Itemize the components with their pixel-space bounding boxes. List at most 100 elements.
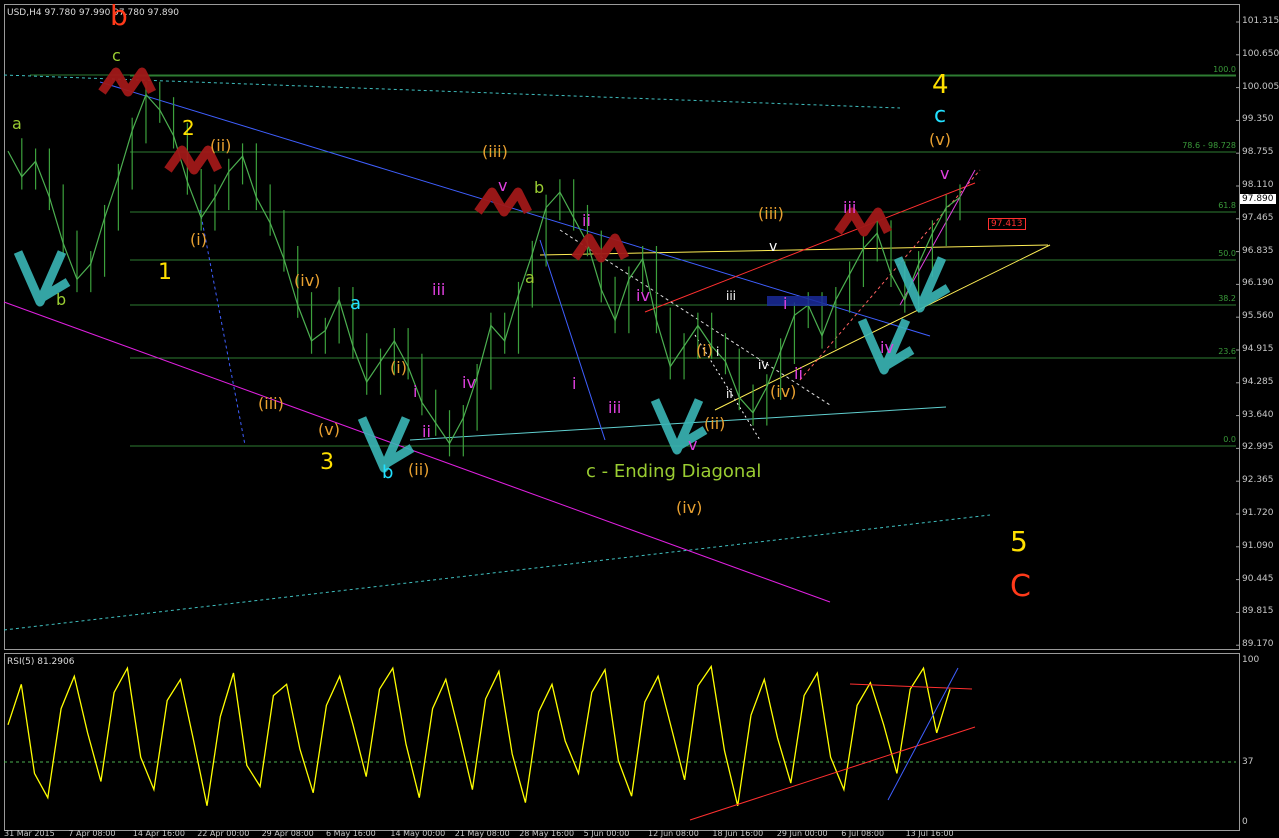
wave-label: b: [382, 462, 394, 483]
price-tick: 93.640: [1242, 409, 1274, 420]
date-tick: 29 Jun 00:00: [776, 829, 828, 838]
rsi-header: RSI(5) 81.2906: [7, 657, 75, 667]
date-tick: 7 Apr 08:00: [68, 829, 116, 838]
wave-label: (iv): [676, 498, 703, 517]
wave-v-marker: [650, 398, 708, 455]
wave-label: (iii): [758, 204, 784, 223]
symbol-header: USD,H4 97.780 97.990 97.780 97.890: [7, 8, 179, 18]
wave-m-marker: [474, 187, 533, 217]
wave-label: i: [413, 382, 418, 401]
fib-level-label: 23.6: [1218, 347, 1236, 356]
trend-line: [409, 406, 947, 441]
price-tick: 96.835: [1242, 245, 1274, 256]
wave-label: a: [12, 114, 22, 133]
fib-level-label: 100.0: [1213, 65, 1236, 74]
rsi-tick: 0: [1242, 817, 1248, 827]
date-tick: 22 Apr 00:00: [197, 829, 250, 838]
fib-level-label: 0.0: [1223, 435, 1236, 444]
wave-label: (i): [190, 230, 207, 249]
price-tick: 91.720: [1242, 508, 1274, 518]
price-tick: 94.285: [1242, 376, 1274, 387]
wave-label: b: [110, 0, 128, 32]
wave-label: iii: [726, 289, 737, 303]
date-tick: 18 Jun 16:00: [712, 829, 764, 838]
wave-label: iii: [432, 280, 446, 299]
fib-level-label: 61.8: [1218, 201, 1236, 210]
date-tick: 13 Jul 16:00: [905, 829, 954, 838]
wave-label: (iv): [770, 382, 797, 401]
price-tick: 100.650: [1242, 48, 1279, 59]
price-tick: 94.915: [1242, 344, 1274, 354]
wave-label: i: [783, 294, 788, 313]
wave-block-marker: [767, 296, 827, 306]
wave-label: v: [498, 176, 508, 195]
wave-label: c: [112, 46, 121, 65]
wave-label: 2: [182, 116, 195, 140]
wave-label: (v): [318, 420, 340, 439]
wave-label: iv: [880, 338, 894, 357]
wave-label: ii: [794, 364, 803, 383]
rsi-tick: 100: [1242, 655, 1260, 665]
wave-label: 5: [1010, 525, 1028, 558]
fib-level-label: 50.0: [1218, 249, 1236, 258]
wave-label: (i): [696, 341, 713, 360]
rsi-tick: 37: [1242, 757, 1254, 768]
date-tick: 14 Apr 16:00: [132, 829, 185, 838]
wave-label: (iii): [258, 394, 284, 413]
wave-label: (iv): [294, 271, 321, 290]
trend-line: [3, 514, 991, 631]
wave-label: (ii): [210, 136, 232, 155]
price-tick: 97.465: [1242, 212, 1274, 223]
wave-m-marker: [571, 233, 630, 263]
trend-line: [714, 244, 1051, 411]
wave-label: C: [1010, 569, 1031, 604]
wave-label: b: [56, 290, 67, 309]
date-tick: 21 May 08:00: [454, 829, 510, 838]
wave-label: ii: [422, 422, 431, 441]
price-tick: 89.170: [1242, 639, 1274, 650]
wave-label: 4: [932, 70, 949, 100]
wave-label: (i): [390, 358, 407, 377]
wave-label: (v): [929, 130, 951, 149]
wave-label: i: [716, 345, 720, 359]
date-tick: 12 Jun 08:00: [648, 829, 699, 838]
wave-label: 3: [320, 450, 334, 475]
date-tick: 14 May 00:00: [390, 829, 446, 838]
price-tick: 91.090: [1242, 540, 1274, 551]
wave-label: (ii): [704, 414, 726, 433]
wave-label: c - Ending Diagonal: [586, 461, 762, 482]
wave-label: c: [934, 103, 947, 128]
price-tick: 99.350: [1242, 114, 1274, 125]
date-tick: 28 May 16:00: [519, 829, 575, 838]
wave-label: v: [769, 239, 778, 255]
price-tick: 89.815: [1242, 606, 1274, 617]
rsi-series-line: [7, 664, 951, 806]
price-tick: 101.315: [1242, 16, 1279, 26]
wave-label: v: [940, 164, 950, 183]
date-tick: 6 May 16:00: [326, 829, 376, 838]
rsi-trend-line: [887, 667, 959, 801]
wave-label: iii: [608, 398, 622, 417]
date-tick: 6 Jul 08:00: [841, 829, 885, 838]
wave-v-marker: [893, 256, 951, 313]
date-tick: 31 Mar 2015: [4, 829, 55, 838]
wave-label: b: [534, 178, 545, 197]
wave-label: (ii): [408, 460, 430, 479]
wave-label: a: [525, 268, 535, 287]
rsi-trend-line: [689, 726, 976, 821]
target-price-box: 97.413: [988, 218, 1026, 230]
price-tick: 98.110: [1242, 180, 1274, 190]
date-tick: 5 Jun 00:00: [583, 829, 630, 838]
wave-label: iv: [636, 286, 650, 305]
wave-label: a: [350, 293, 362, 314]
price-tick: 92.995: [1242, 442, 1274, 453]
wave-label: iv: [758, 358, 769, 372]
fib-level-label: 38.2: [1218, 294, 1236, 303]
price-tick: 90.445: [1242, 573, 1274, 584]
price-tick: 96.190: [1242, 278, 1274, 289]
symbol-label: USD,H4: [7, 8, 42, 18]
wave-label: 1: [158, 260, 172, 285]
wave-label: iv: [462, 373, 476, 392]
fib-level-label: 78.6 - 98.728: [1182, 141, 1236, 150]
price-tick: 100.005: [1242, 81, 1279, 92]
